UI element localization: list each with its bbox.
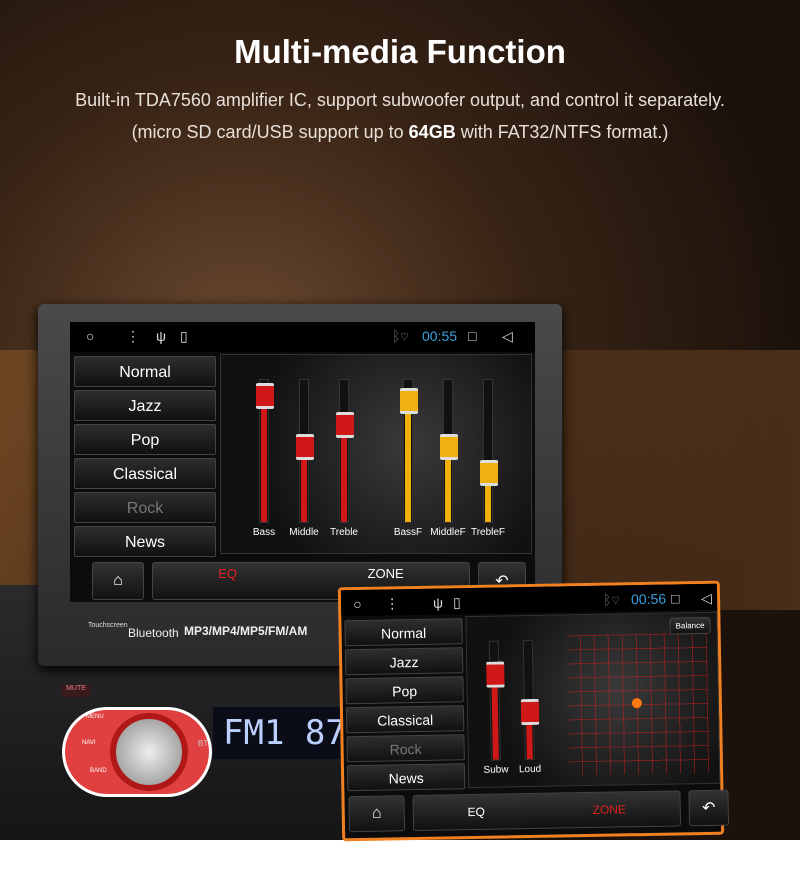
slider-knob[interactable] xyxy=(520,699,540,726)
menu-button[interactable]: MENU xyxy=(86,714,104,720)
volume-knob[interactable] xyxy=(110,713,188,791)
mute-button[interactable]: MUTE xyxy=(62,685,90,697)
menu-dots-icon[interactable]: ⋮ xyxy=(385,595,399,612)
tab-zone[interactable]: ZONE xyxy=(368,566,404,581)
formats-label: MP3/MP4/MP5/FM/AM xyxy=(184,624,308,638)
eq-panel: Bass Middle Treble BassF MiddleF TrebleF xyxy=(220,354,532,554)
slider-bass[interactable] xyxy=(256,379,274,523)
preset-classical[interactable]: Classical xyxy=(74,458,216,489)
slider-knob[interactable] xyxy=(486,661,505,688)
slider-knob[interactable] xyxy=(400,387,418,414)
slider-knob[interactable] xyxy=(256,383,274,410)
slider-knob[interactable] xyxy=(480,459,498,486)
square-icon[interactable]: □ xyxy=(468,328,476,344)
tab-eq[interactable]: EQ xyxy=(218,566,237,581)
slider-knob[interactable] xyxy=(336,412,354,438)
bluetooth-icon: ᛒ♡ xyxy=(602,591,621,608)
bluetooth-label: Bluetooth xyxy=(128,626,179,640)
preset-news[interactable]: News xyxy=(346,763,466,792)
slider-subw[interactable] xyxy=(486,640,505,761)
main-screen: ○ ⋮ ψ ▯ ᛒ♡ 00:55 □ ◁ Normal Jazz Pop Classi… xyxy=(70,322,535,602)
subtitle-bold: 64GB xyxy=(408,122,456,142)
slider-knob[interactable] xyxy=(296,433,314,460)
subtitle-text: (micro SD card/USB support up to xyxy=(131,122,409,142)
slider-bassf[interactable] xyxy=(400,379,418,523)
home-button[interactable]: ⌂ xyxy=(92,562,144,600)
preset-news[interactable]: News xyxy=(74,526,216,557)
tab-eq[interactable]: EQ xyxy=(467,805,485,819)
back-button[interactable]: ↶ xyxy=(688,789,730,827)
bottom-nav: ⌂ EQ ZONE ↶ xyxy=(348,789,730,833)
usb-icon: ψ xyxy=(156,328,166,344)
slider-label: Treble xyxy=(330,527,358,538)
back-triangle-icon[interactable]: ◁ xyxy=(701,590,712,607)
home-button[interactable]: ⌂ xyxy=(348,795,406,833)
usb-icon: ψ xyxy=(432,594,444,611)
subtitle-line2: (micro SD card/USB support up to 64GB wi… xyxy=(0,122,800,143)
preset-rock[interactable]: Rock xyxy=(346,734,465,763)
tab-bar: EQ ZONE xyxy=(412,790,682,832)
navi-button[interactable]: NAVI xyxy=(82,740,96,746)
preset-jazz[interactable]: Jazz xyxy=(74,390,216,421)
preset-classical[interactable]: Classical xyxy=(345,705,465,734)
band-button[interactable]: BAND xyxy=(90,768,107,774)
slider-label: Loud xyxy=(518,763,542,776)
tab-zone[interactable]: ZONE xyxy=(592,802,626,817)
sd-card-icon: ▯ xyxy=(180,328,188,344)
zone-panel: Balance Subw Loud xyxy=(465,611,721,789)
slider-middlef[interactable] xyxy=(440,379,458,523)
white-strip xyxy=(0,840,800,875)
circle-icon[interactable]: ○ xyxy=(86,328,94,344)
slider-treblef[interactable] xyxy=(480,379,498,523)
status-bar: ○ ⋮ ψ ▯ ᛒ♡ 00:56 □ ◁ xyxy=(340,583,718,617)
preset-normal[interactable]: Normal xyxy=(344,618,463,647)
bluetooth-icon: ᛒ♡ xyxy=(392,328,409,344)
subtitle-line1: Built-in TDA7560 amplifier IC, support s… xyxy=(75,90,725,110)
menu-dots-icon[interactable]: ⋮ xyxy=(126,328,140,345)
slider-knob[interactable] xyxy=(440,433,458,460)
clock: 00:55 xyxy=(422,328,458,344)
status-bar: ○ ⋮ ψ ▯ ᛒ♡ 00:55 □ ◁ xyxy=(70,322,535,352)
bt-label: BT xyxy=(198,739,209,748)
slider-loud[interactable] xyxy=(520,639,540,761)
slider-treble[interactable] xyxy=(336,379,354,523)
subtitle-text: with FAT32/NTFS format.) xyxy=(455,122,669,142)
circle-icon[interactable]: ○ xyxy=(353,596,362,612)
sd-card-icon: ▯ xyxy=(452,594,461,611)
preset-pop[interactable]: Pop xyxy=(74,424,216,455)
square-icon[interactable]: □ xyxy=(671,590,680,606)
zone-screen: ○ ⋮ ψ ▯ ᛒ♡ 00:56 □ ◁ Normal Jazz Pop Classi… xyxy=(337,580,730,842)
preset-normal[interactable]: Normal xyxy=(74,356,216,387)
preset-jazz[interactable]: Jazz xyxy=(344,647,464,676)
preset-rock[interactable]: Rock xyxy=(74,492,216,523)
clock: 00:56 xyxy=(630,590,667,608)
slider-label: TrebleF xyxy=(470,527,506,538)
slider-middle[interactable] xyxy=(296,379,314,523)
page-title: Multi-media Function xyxy=(234,33,566,70)
balance-button[interactable]: Balance xyxy=(669,616,711,635)
touchscreen-label: Touchscreen xyxy=(88,622,128,629)
back-triangle-icon[interactable]: ◁ xyxy=(502,328,513,345)
preset-pop[interactable]: Pop xyxy=(345,676,464,705)
